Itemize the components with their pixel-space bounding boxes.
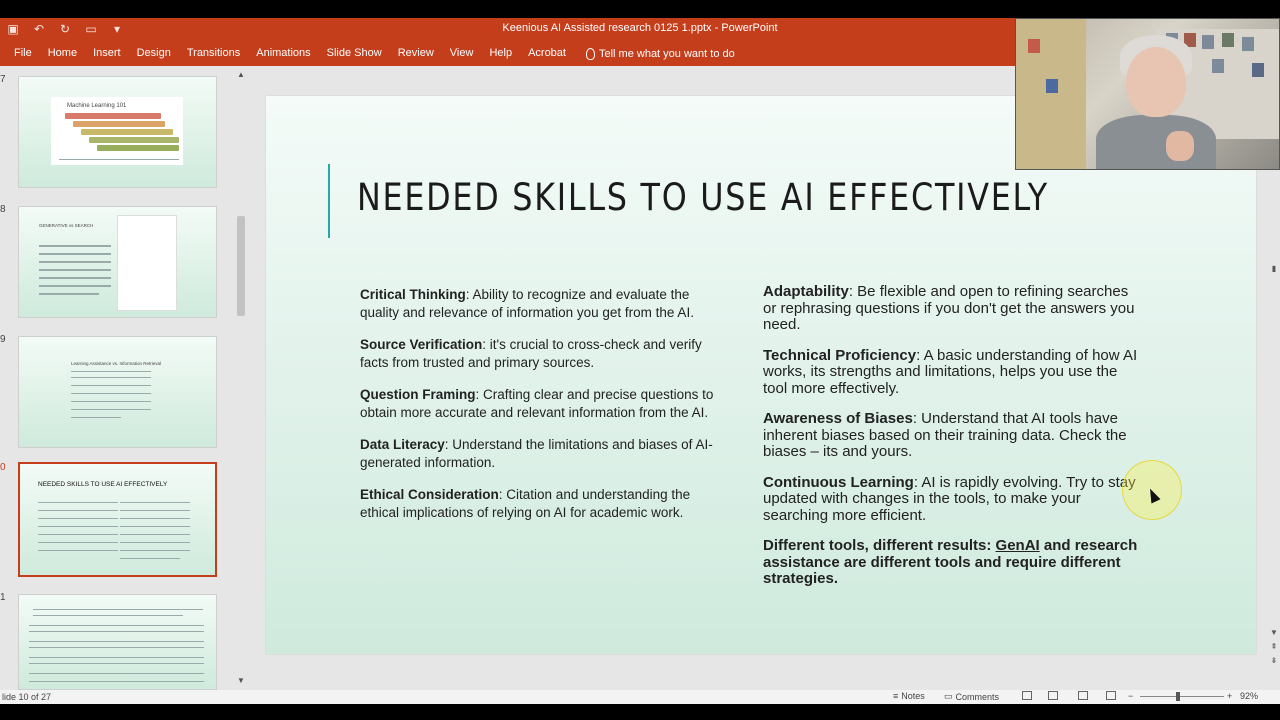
notes-icon: ≡ [893,691,899,701]
scroll-down-icon[interactable]: ▼ [1269,628,1279,637]
thumbnail-number: 7 [0,74,6,85]
slideshow-button[interactable] [1106,691,1116,700]
skill-item: Technical Proficiency: A basic understan… [763,346,1138,397]
zoom-slider-thumb[interactable] [1176,692,1180,701]
next-slide-icon[interactable]: ⇟ [1269,656,1279,665]
tab-transitions[interactable]: Transitions [179,42,248,66]
normal-view-icon [1022,691,1032,700]
tab-file[interactable]: File [6,42,40,66]
thumbnail-number: 1 [0,592,6,603]
reading-view-button[interactable] [1078,691,1088,700]
lightbulb-icon [585,48,595,60]
thumbnail-scrollbar[interactable]: ▲ ▼ [234,66,248,690]
tell-me-label: Tell me what you want to do [598,48,735,60]
skill-item: Critical Thinking: Ability to recognize … [360,287,694,320]
zoom-in-button[interactable]: + [1227,691,1232,701]
tab-design[interactable]: Design [129,42,179,66]
thumbnail-title: GENERATIVE vs SEARCH [39,223,94,228]
tab-review[interactable]: Review [390,42,442,66]
closing-statement: Different tools, different results: GenA… [763,537,1138,587]
reading-view-icon [1078,691,1088,700]
slide-thumbnail-7[interactable]: Machine Learning 101 [18,76,217,188]
slideshow-icon [1106,691,1116,700]
skill-item: Data Literacy: Understand the limitation… [360,437,713,470]
slide-canvas[interactable]: NEEDED SKILLS TO USE AI EFFECTIVELY Crit… [266,96,1256,654]
zoom-level[interactable]: 92% [1240,691,1258,701]
tab-home[interactable]: Home [40,42,85,66]
comment-icon: ▭ [944,691,953,701]
skill-item: Awareness of Biases: Understand that AI … [763,410,1127,460]
comments-button[interactable]: ▭ Comments [944,691,999,702]
zoom-slider[interactable] [1140,696,1224,697]
scroll-down-icon[interactable]: ▼ [236,676,246,686]
skill-item: Source Verification: it's crucial to cro… [360,337,702,370]
scroll-up-icon[interactable]: ▲ [236,70,246,80]
slide-count: lide 10 of 27 [2,692,52,702]
scroll-thumb-icon[interactable]: ▮ [1269,264,1279,273]
tab-animations[interactable]: Animations [248,42,318,66]
slide-thumbnail-9[interactable]: Learning Assistance vs. Information Retr… [18,336,217,448]
tab-acrobat[interactable]: Acrobat [520,42,574,66]
tab-view[interactable]: View [442,42,482,66]
top-black-border [0,0,1280,18]
thumbnail-number: 0 [0,462,6,473]
slide-thumbnail-11[interactable] [18,594,217,690]
thumbnail-title: Learning Assistance vs. Information Retr… [71,361,162,366]
slide-thumbnail-pane: 7 Machine Learning 101 8 GENERATIVE vs S… [0,66,250,690]
scrollbar-thumb[interactable] [237,216,245,316]
bottom-black-border [0,704,1280,720]
status-bar: lide 10 of 27 ≡ Notes ▭ Comments − + 92% [0,690,1280,704]
slide-thumbnail-8[interactable]: GENERATIVE vs SEARCH [18,206,217,318]
slide-right-column[interactable]: Adaptability: Be flexible and open to re… [763,283,1138,602]
webcam-video [1015,18,1280,170]
thumbnail-title: NEEDED SKILLS TO USE AI EFFECTIVELY [38,481,168,488]
thumbnail-title: Machine Learning 101 [67,103,127,109]
skill-item: Continuous Learning: AI is rapidly evolv… [763,473,1136,524]
tab-insert[interactable]: Insert [85,42,129,66]
tab-slide-show[interactable]: Slide Show [319,42,390,66]
slide-left-column[interactable]: Critical Thinking: Ability to recognize … [360,286,732,536]
normal-view-button[interactable] [1022,691,1032,700]
skill-item: Adaptability: Be flexible and open to re… [763,283,1135,333]
thumbnail-number: 8 [0,204,6,215]
slide-sorter-icon [1048,691,1058,700]
slide-title[interactable]: NEEDED SKILLS TO USE AI EFFECTIVELY [357,176,1049,219]
previous-slide-icon[interactable]: ⇞ [1269,642,1279,651]
tab-help[interactable]: Help [481,42,520,66]
thumbnail-number: 9 [0,334,6,345]
zoom-out-button[interactable]: − [1128,691,1133,701]
notes-button[interactable]: ≡ Notes [893,691,925,701]
skill-item: Ethical Consideration: Citation and unde… [360,487,691,520]
tell-me-search[interactable]: Tell me what you want to do [574,42,743,66]
skill-item: Question Framing: Crafting clear and pre… [360,387,714,420]
powerpoint-window: ▣ ↶ ↻ ▭ ▾ Keenious AI Assisted research … [0,0,1280,720]
slide-sorter-button[interactable] [1048,691,1058,700]
title-accent-line [328,164,330,238]
slide-thumbnail-10-selected[interactable]: NEEDED SKILLS TO USE AI EFFECTIVELY [18,462,217,577]
